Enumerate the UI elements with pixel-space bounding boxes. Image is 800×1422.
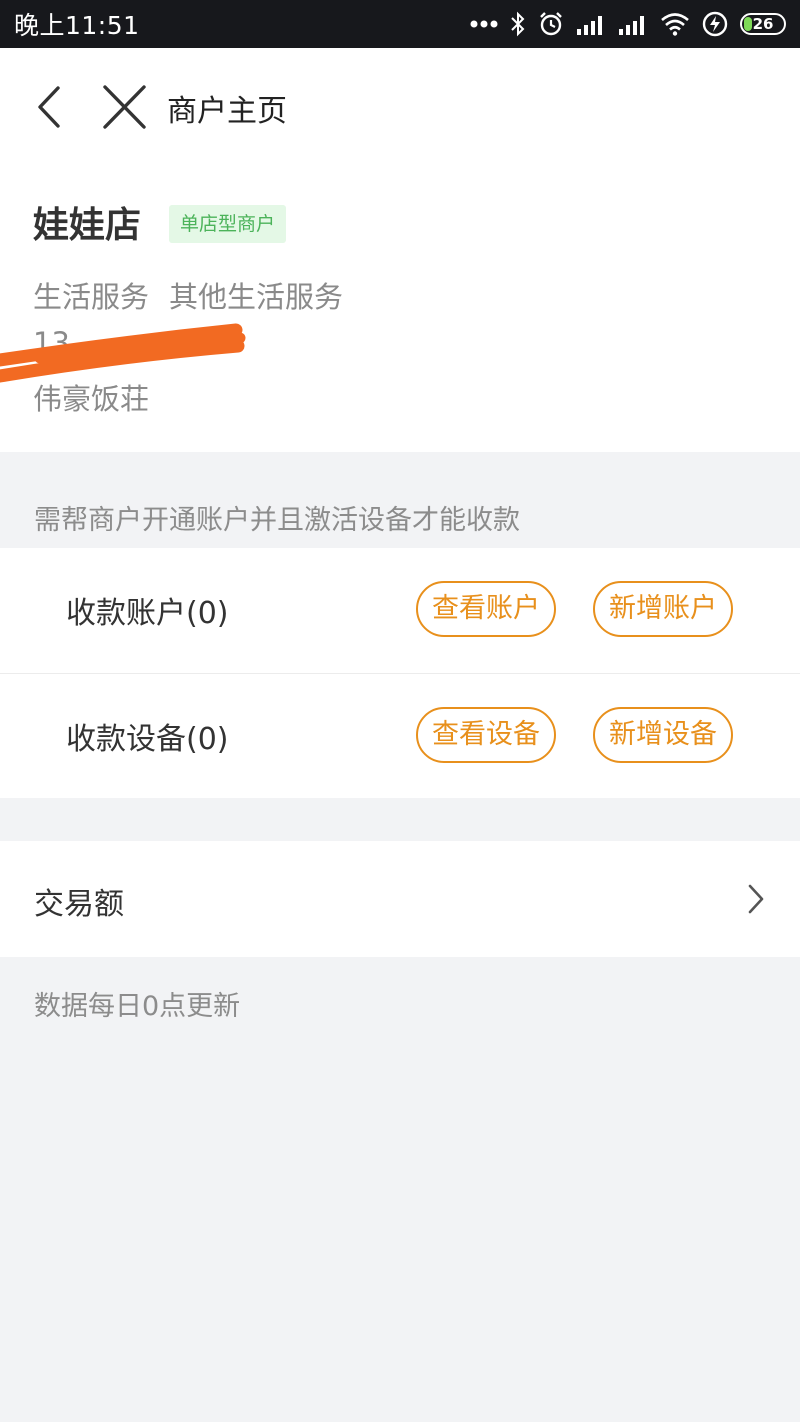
chevron-right-icon: [748, 884, 764, 914]
merchant-category-main: 生活服务: [33, 280, 150, 314]
nav-bar: 商户主页: [0, 48, 800, 166]
close-icon[interactable]: [100, 84, 148, 130]
charging-icon: [702, 11, 728, 37]
wifi-icon: [661, 13, 689, 36]
merchant-category-sub: 其他生活服务: [169, 280, 344, 314]
more-dots-icon: [470, 20, 498, 28]
page-title: 商户主页: [167, 94, 287, 129]
merchant-type-badge: 单店型商户: [169, 205, 287, 243]
status-time: 晚上11:51: [14, 11, 140, 40]
payment-device-label: 收款设备(0): [66, 722, 229, 757]
view-device-button[interactable]: 查看设备: [416, 707, 556, 763]
back-icon[interactable]: [30, 84, 74, 130]
merchant-category: 生活服务 其他生活服务: [33, 274, 343, 316]
merchant-card: 娃娃店 单店型商户 生活服务 其他生活服务 13 伟豪饭荘: [0, 166, 800, 452]
data-update-note: 数据每日0点更新: [34, 991, 241, 1022]
bluetooth-icon: [511, 11, 525, 37]
add-device-button[interactable]: 新增设备: [593, 707, 733, 763]
status-icons: 26: [470, 11, 786, 37]
signal-icon: [619, 16, 644, 35]
signal-icon: [577, 16, 602, 35]
merchant-owner: 伟豪饭荘: [33, 382, 150, 416]
add-account-button[interactable]: 新增账户: [593, 581, 733, 637]
alarm-icon: [540, 12, 562, 36]
transaction-amount-label: 交易额: [34, 887, 124, 922]
merchant-name: 娃娃店: [33, 205, 142, 246]
battery-level: 26: [752, 15, 774, 33]
payment-account-label: 收款账户(0): [66, 596, 229, 631]
payment-section: 收款账户(0) 查看账户 新增账户 收款设备(0) 查看设备 新增设备: [0, 548, 800, 798]
status-bar: 晚上11:51 26: [0, 0, 800, 48]
transaction-amount-row[interactable]: 交易额: [0, 841, 800, 957]
payment-device-row: 收款设备(0) 查看设备 新增设备: [0, 674, 800, 799]
payment-account-row: 收款账户(0) 查看账户 新增账户: [0, 548, 800, 674]
view-account-button[interactable]: 查看账户: [416, 581, 556, 637]
activation-notice: 需帮商户开通账户并且激活设备才能收款: [34, 505, 520, 536]
battery-icon: 26: [740, 13, 786, 35]
